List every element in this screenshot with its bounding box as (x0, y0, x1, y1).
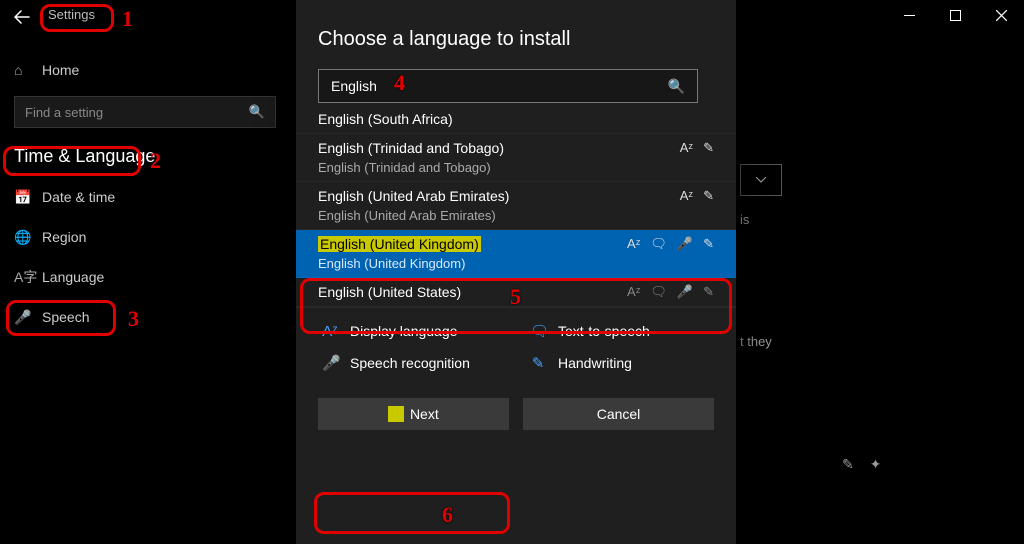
search-placeholder: Find a setting (25, 105, 103, 120)
handwriting-icon: ✎ (703, 284, 714, 300)
handwriting-icon: ✎ (703, 236, 714, 252)
handwriting-icon: ✎ (703, 188, 714, 204)
handwriting-icon: ✎ (703, 140, 714, 156)
language-item-selected[interactable]: English (United Kingdom) Aᶻ🗨🎤✎ English (… (296, 230, 736, 278)
maximize-button[interactable] (932, 0, 978, 30)
sidebar-item-date-time[interactable]: 📅 Date & time (0, 177, 290, 217)
sidebar-item-home[interactable]: ⌂ Home (0, 50, 290, 90)
language-item[interactable]: English (United Arab Emirates) Aᶻ✎ Engli… (296, 182, 736, 230)
sidebar-item-language[interactable]: A字 Language (0, 257, 290, 297)
feature-icons: Aᶻ 🗨 🎤 ✎ (627, 284, 714, 300)
feature-legend: AᶻDisplay language 🗨Text-to-speech 🎤Spee… (296, 307, 736, 380)
sidebar-item-label: Region (42, 229, 86, 245)
language-item[interactable]: English (United States) Aᶻ🗨🎤✎ (296, 278, 736, 307)
tts-icon: 🗨 (650, 236, 667, 252)
minimize-button[interactable] (886, 0, 932, 30)
language-icon: A字 (14, 267, 42, 287)
calendar-icon: 📅 (14, 189, 42, 206)
feature-icons: Aᶻ ✎ (680, 140, 714, 156)
display-language-icon: Aᶻ (680, 140, 693, 156)
back-button[interactable] (14, 10, 30, 24)
display-language-icon: Aᶻ (627, 236, 640, 252)
install-language-dialog: Choose a language to install English 🔍 E… (296, 0, 736, 544)
language-search-input[interactable]: English 🔍 (318, 69, 698, 103)
speech-icon: 🎤 (677, 236, 693, 252)
find-setting-input[interactable]: Find a setting 🔍 (14, 96, 276, 128)
search-value: English (331, 78, 377, 94)
next-button[interactable]: Next (318, 398, 509, 430)
feature-icons: Aᶻ ✎ (680, 188, 714, 204)
sidebar-item-speech[interactable]: 🎤 Speech (0, 297, 290, 337)
close-button[interactable] (978, 0, 1024, 30)
background-text: is (740, 212, 749, 227)
display-language-icon: Aᶻ (322, 323, 338, 340)
home-icon: ⌂ (14, 62, 42, 78)
cancel-button[interactable]: Cancel (523, 398, 714, 430)
tts-icon: 🗨 (650, 284, 667, 300)
language-item[interactable]: English (Trinidad and Tobago) Aᶻ✎ Englis… (296, 134, 736, 182)
sidebar-section-header: Time & Language (0, 138, 290, 177)
feature-icons: Aᶻ 🗨 🎤 ✎ (627, 236, 714, 252)
sidebar-item-label: Language (42, 269, 104, 285)
tts-icon: 🗨 (530, 322, 546, 340)
search-icon: 🔍 (668, 78, 685, 95)
globe-icon: 🌐 (14, 229, 42, 246)
background-dropdown[interactable] (740, 164, 782, 196)
language-item[interactable]: English (South Africa) (296, 111, 736, 134)
sidebar-item-label: Home (42, 62, 79, 78)
language-list[interactable]: English (South Africa) English (Trinidad… (296, 111, 736, 307)
window-title: Settings (48, 7, 95, 22)
sidebar-item-region[interactable]: 🌐 Region (0, 217, 290, 257)
sidebar: ⌂ Home Find a setting 🔍 Time & Language … (0, 50, 290, 337)
microphone-icon: 🎤 (14, 309, 42, 326)
search-icon: 🔍 (249, 104, 265, 120)
background-text: t they (740, 334, 772, 349)
display-language-icon: Aᶻ (680, 188, 693, 204)
display-language-icon: Aᶻ (627, 284, 640, 300)
dialog-title: Choose a language to install (318, 28, 736, 51)
speech-icon: 🎤 (322, 354, 338, 372)
handwriting-icon: ✎ (530, 354, 546, 372)
background-feature-icons: ✎ ✦ (842, 456, 887, 473)
speech-icon: 🎤 (677, 284, 693, 300)
sidebar-item-label: Date & time (42, 189, 115, 205)
sidebar-item-label: Speech (42, 309, 89, 325)
